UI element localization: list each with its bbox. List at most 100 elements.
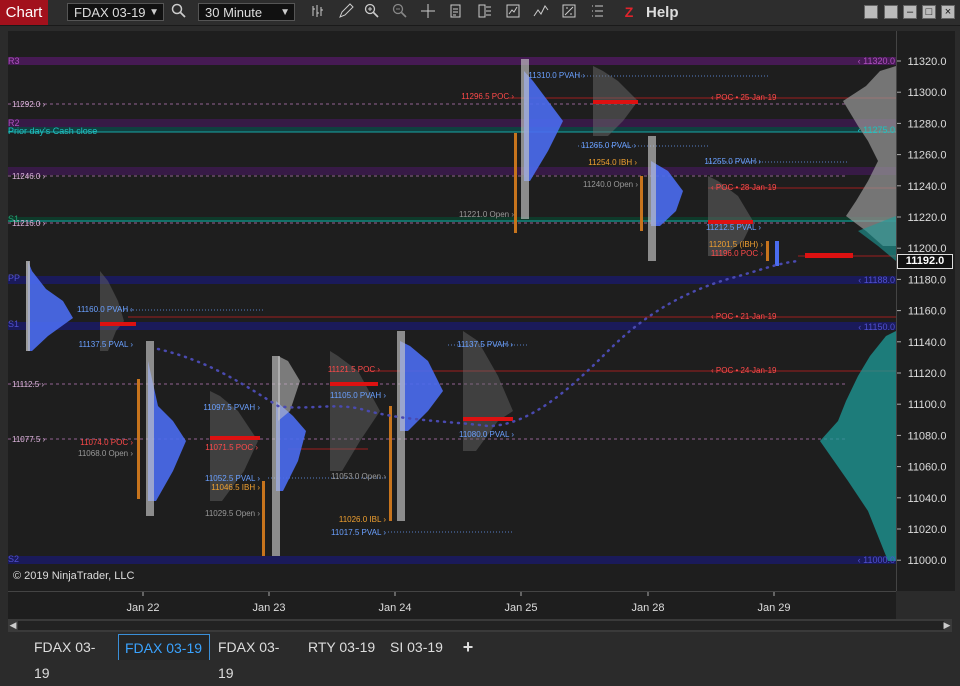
interval-value: 30 Minute <box>205 5 263 20</box>
instrument-selector[interactable]: FDAX 03-19 ▼ <box>67 3 164 21</box>
pivot-band-label: PP <box>8 273 20 283</box>
left-level-label: 11292.0 › <box>12 100 46 109</box>
chevron-down-icon: ▼ <box>280 7 290 18</box>
pivot-band-label: S1 <box>8 319 19 329</box>
price-tick-label: 11000.0 <box>908 555 947 567</box>
pivot-band-value: ‹ 11275.0 <box>858 125 895 135</box>
price-tick-label: 11280.0 <box>908 118 947 130</box>
chart-panel[interactable]: 11310.0 PVAH › 11296.5 POC › ‹ POC • 25-Ja… <box>8 31 896 591</box>
left-level-label: 11246.0 › <box>12 172 46 181</box>
templates-icon[interactable] <box>475 3 495 21</box>
level-annotation: 11046.5 IBH › <box>211 483 260 492</box>
level-annotation: 11071.5 POC › <box>205 443 258 452</box>
pivot-band-value: ‹ 11188.0 <box>858 275 895 285</box>
level-annotation: 11052.5 PVAL › <box>205 474 260 483</box>
list-icon[interactable] <box>587 3 607 21</box>
date-tick-label: Jan 23 <box>252 602 285 614</box>
crosshair-icon[interactable] <box>418 3 438 21</box>
zoom-in-icon[interactable] <box>362 3 382 21</box>
pivot-band-label: Prior day's Cash close <box>8 126 97 136</box>
indicators-icon[interactable] <box>531 3 551 21</box>
date-tick-label: Jan 29 <box>757 602 790 614</box>
level-annotation: 11026.0 IBL › <box>339 515 386 524</box>
search-icon[interactable] <box>169 3 189 21</box>
strategies-icon[interactable] <box>503 3 523 21</box>
level-annotation: 11265.0 PVAL › <box>581 141 636 150</box>
price-tick-label: 11240.0 <box>908 181 947 193</box>
tab-fdax-3[interactable]: FDAX 03-19 <box>212 634 300 681</box>
left-level-label: 11077.5 › <box>12 435 46 444</box>
date-tick-label: Jan 24 <box>378 602 411 614</box>
pencil-icon[interactable] <box>336 3 356 21</box>
price-tick-label: 11060.0 <box>908 462 947 474</box>
scroll-thumb[interactable] <box>18 621 944 630</box>
window-tile-icon[interactable] <box>884 5 898 19</box>
tab-fdax-1[interactable]: FDAX 03-19 <box>28 634 116 681</box>
help-menu[interactable]: Help <box>646 0 679 25</box>
level-annotation: 11310.0 PVAH › <box>528 71 585 80</box>
zoom-out-icon[interactable] <box>390 3 410 21</box>
data-box-icon[interactable] <box>446 3 466 21</box>
price-tick-label: 11040.0 <box>908 493 947 505</box>
level-annotation: 11137.5 PVAL › <box>79 340 134 349</box>
close-icon[interactable]: × <box>941 5 955 19</box>
level-annotation: 11254.0 IBH › <box>588 158 637 167</box>
left-level-label: 11112.5 › <box>12 380 44 389</box>
level-annotation: 11201.5 (IBH) › <box>709 240 763 249</box>
horizontal-scrollbar[interactable]: ◀ ▶ <box>8 619 952 632</box>
level-annotation: 11017.5 PVAL › <box>331 528 386 537</box>
price-tick-label: 11160.0 <box>908 306 946 318</box>
z-logo-icon: Z <box>624 4 634 20</box>
pivot-band-value: ‹ 11150.0 <box>858 322 895 332</box>
date-tick-label: Jan 25 <box>504 602 537 614</box>
level-annotation: 11196.0 POC › <box>711 249 764 258</box>
level-annotation: ‹ POC • 25-Jan-19 <box>711 93 777 102</box>
price-tick-label: 11140.0 <box>908 337 946 349</box>
tab-rty[interactable]: RTY 03-19 <box>302 634 382 660</box>
price-axis[interactable]: 11320.0 11300.0 11280.0 11260.0 11240.0 11220… <box>896 31 955 591</box>
level-annotation: ‹ POC • 24-Jan-19 <box>711 366 777 375</box>
level-annotation: 11160.0 PVAH › <box>77 305 133 314</box>
price-tick-label: 11300.0 <box>908 87 947 99</box>
price-tick-label: 11260.0 <box>908 150 947 162</box>
level-annotation: 11074.0 POC › <box>80 438 133 447</box>
date-tick-label: Jan 28 <box>631 602 664 614</box>
scroll-right-icon[interactable]: ▶ <box>942 619 952 632</box>
window-restore-icon[interactable] <box>864 5 878 19</box>
chevron-down-icon: ▼ <box>149 7 159 18</box>
level-annotation: 11029.5 Open › <box>205 509 260 518</box>
price-tick-label: 11080.0 <box>908 430 947 442</box>
price-chart[interactable]: 11310.0 PVAH › 11296.5 POC › ‹ POC • 25-Ja… <box>8 31 896 591</box>
minimize-icon[interactable]: – <box>903 5 917 19</box>
date-tick-label: Jan 22 <box>126 602 159 614</box>
properties-icon[interactable] <box>559 3 579 21</box>
interval-selector[interactable]: 30 Minute ▼ <box>198 3 295 21</box>
maximize-icon[interactable]: □ <box>922 5 936 19</box>
price-tick-label: 11220.0 <box>908 212 947 224</box>
level-annotation: 11121.5 POC › <box>328 365 381 374</box>
level-annotation: ‹ POC • 21-Jan-19 <box>711 312 777 321</box>
level-annotation: 11105.0 PVAH › <box>330 391 386 400</box>
level-annotation: 11296.5 POC › <box>461 92 514 101</box>
time-axis[interactable]: Jan 22 Jan 23 Jan 24 Jan 25 Jan 28 Jan 29 <box>8 591 896 619</box>
pivot-band-value: ‹ 11320.0 <box>858 56 895 66</box>
tab-fdax-2[interactable]: FDAX 03-19 <box>118 634 210 660</box>
instrument-value: FDAX 03-19 <box>74 5 146 20</box>
toolbar: Chart FDAX 03-19 ▼ 30 Minute ▼ Z Help – … <box>0 0 960 26</box>
add-tab-button[interactable]: + <box>456 634 480 660</box>
level-annotation: ‹ POC • 28-Jan-19 <box>711 183 777 192</box>
price-tick-label: 11020.0 <box>908 524 947 536</box>
level-annotation: 11212.5 PVAL › <box>706 223 761 232</box>
pivot-band-value: ‹ 11000.0 <box>858 555 895 565</box>
current-price-marker: 11192.0 <box>897 254 953 269</box>
bar-style-icon[interactable] <box>308 3 328 21</box>
copyright-label: © 2019 NinjaTrader, LLC <box>13 570 135 582</box>
scroll-left-icon[interactable]: ◀ <box>8 619 18 632</box>
tab-si[interactable]: SI 03-19 <box>384 634 454 660</box>
level-annotation: 11137.5 PVAH › <box>457 340 513 349</box>
price-tick-label: 11180.0 <box>908 274 946 286</box>
pivot-band-label: S2 <box>8 554 19 564</box>
level-annotation: 11255.0 PVAH › <box>704 157 761 166</box>
level-annotation: 11053.0 Open › <box>331 472 386 481</box>
price-tick-label: 11100.0 <box>908 399 946 411</box>
